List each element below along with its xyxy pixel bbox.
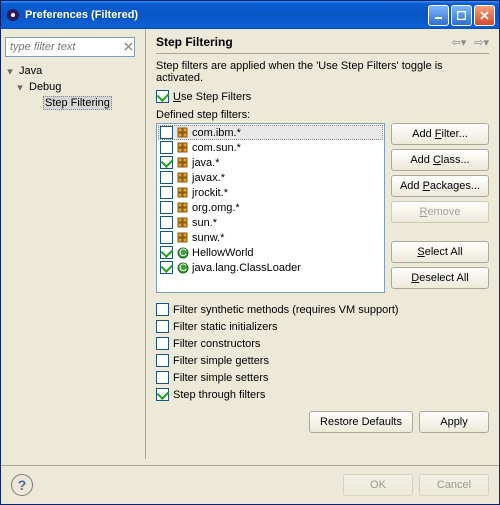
section-title: Step Filtering [156, 35, 233, 49]
filters-list[interactable]: com.ibm.* com.sun.* java.* javax.* jrockit.*… [156, 123, 385, 293]
package-icon [177, 157, 189, 169]
filter-input[interactable] [5, 37, 135, 57]
filter-label: java.* [192, 157, 220, 169]
left-pane: ▾ Java ▾ Debug Step Filtering [1, 29, 146, 459]
window-title: Preferences (Filtered) [25, 9, 138, 21]
help-icon[interactable]: ? [11, 474, 33, 496]
filter-label: java.lang.ClassLoader [192, 262, 301, 274]
package-icon [177, 232, 189, 244]
checkbox-icon[interactable] [160, 216, 173, 229]
filter-item[interactable]: java.* [158, 155, 383, 170]
checkbox-icon[interactable] [160, 126, 173, 139]
filter-label: HellowWorld [192, 247, 254, 259]
class-icon: C [177, 247, 189, 259]
title-bar: Preferences (Filtered) [1, 1, 499, 29]
checkbox-icon [156, 337, 169, 350]
checkbox-icon[interactable] [160, 246, 173, 259]
expand-icon[interactable]: ▾ [15, 81, 25, 94]
restore-defaults-button[interactable]: Restore Defaults [309, 411, 413, 433]
checkbox-icon [156, 388, 169, 401]
use-step-filters-checkbox[interactable]: Use Step Filters [156, 88, 489, 105]
tree-node-step-filtering[interactable]: Step Filtering [43, 95, 141, 111]
tree-node-java[interactable]: ▾ Java [5, 63, 141, 79]
filter-item[interactable]: sunw.* [158, 230, 383, 245]
package-icon [177, 172, 189, 184]
checkbox-icon [156, 303, 169, 316]
checkbox-icon [156, 90, 169, 103]
svg-text:C: C [179, 247, 187, 259]
checkbox-icon [156, 354, 169, 367]
checkbox-icon[interactable] [160, 261, 173, 274]
maximize-button[interactable] [451, 5, 472, 26]
remove-button: Remove [391, 201, 489, 223]
svg-text:C: C [179, 262, 187, 274]
filter-label: com.ibm.* [192, 127, 241, 139]
cancel-button[interactable]: Cancel [419, 474, 489, 496]
right-pane: Step Filtering ⇦▾ ⇨▾ Step filters are ap… [146, 29, 499, 459]
filter-label: com.sun.* [192, 142, 241, 154]
section-description: Step filters are applied when the 'Use S… [156, 60, 489, 84]
filter-label: sunw.* [192, 232, 224, 244]
expand-icon[interactable]: ▾ [5, 65, 15, 78]
add-filter-button[interactable]: Add Filter... [391, 123, 489, 145]
package-icon [177, 127, 189, 139]
checkbox-icon[interactable] [160, 171, 173, 184]
package-icon [177, 142, 189, 154]
forward-icon[interactable]: ⇨▾ [474, 36, 489, 49]
tree-node-debug[interactable]: ▾ Debug [15, 79, 141, 95]
back-icon[interactable]: ⇦▾ [452, 36, 467, 49]
select-all-button[interactable]: Select All [391, 241, 489, 263]
checkbox-icon [156, 371, 169, 384]
checkbox-icon[interactable] [160, 156, 173, 169]
package-icon [177, 217, 189, 229]
filter-item[interactable]: com.sun.* [158, 140, 383, 155]
synthetic-checkbox[interactable]: Filter synthetic methods (requires VM su… [156, 301, 489, 318]
step-through-checkbox[interactable]: Step through filters [156, 386, 489, 403]
defined-filters-label: Defined step filters: [156, 109, 489, 121]
apply-button[interactable]: Apply [419, 411, 489, 433]
close-button[interactable] [474, 5, 495, 26]
checkbox-icon[interactable] [160, 141, 173, 154]
class-icon: C [177, 262, 189, 274]
filter-item[interactable]: javax.* [158, 170, 383, 185]
constructors-checkbox[interactable]: Filter constructors [156, 335, 489, 352]
checkbox-icon[interactable] [160, 186, 173, 199]
filter-item[interactable]: C HellowWorld [158, 245, 383, 260]
filter-label: javax.* [192, 172, 225, 184]
filter-label: org.omg.* [192, 202, 240, 214]
checkbox-icon [156, 320, 169, 333]
filter-item[interactable]: Cjava.lang.ClassLoader [158, 260, 383, 275]
add-class-button[interactable]: Add Class... [391, 149, 489, 171]
static-init-checkbox[interactable]: Filter static initializers [156, 318, 489, 335]
preferences-tree[interactable]: ▾ Java ▾ Debug Step Filtering [5, 63, 141, 111]
filter-item[interactable]: jrockit.* [158, 185, 383, 200]
deselect-all-button[interactable]: Deselect All [391, 267, 489, 289]
app-icon [5, 7, 21, 23]
preferences-dialog: Preferences (Filtered) ▾ [0, 0, 500, 505]
checkbox-icon[interactable] [160, 231, 173, 244]
ok-button[interactable]: OK [343, 474, 413, 496]
setters-checkbox[interactable]: Filter simple setters [156, 369, 489, 386]
getters-checkbox[interactable]: Filter simple getters [156, 352, 489, 369]
package-icon [177, 187, 189, 199]
minimize-button[interactable] [428, 5, 449, 26]
filter-item[interactable]: sun.* [158, 215, 383, 230]
filter-label: sun.* [192, 217, 217, 229]
filter-item[interactable]: com.ibm.* [158, 125, 383, 140]
filter-label: jrockit.* [192, 187, 228, 199]
add-packages-button[interactable]: Add Packages... [391, 175, 489, 197]
filter-item[interactable]: org.omg.* [158, 200, 383, 215]
clear-filter-icon[interactable] [122, 40, 135, 53]
checkbox-icon[interactable] [160, 201, 173, 214]
package-icon [177, 202, 189, 214]
